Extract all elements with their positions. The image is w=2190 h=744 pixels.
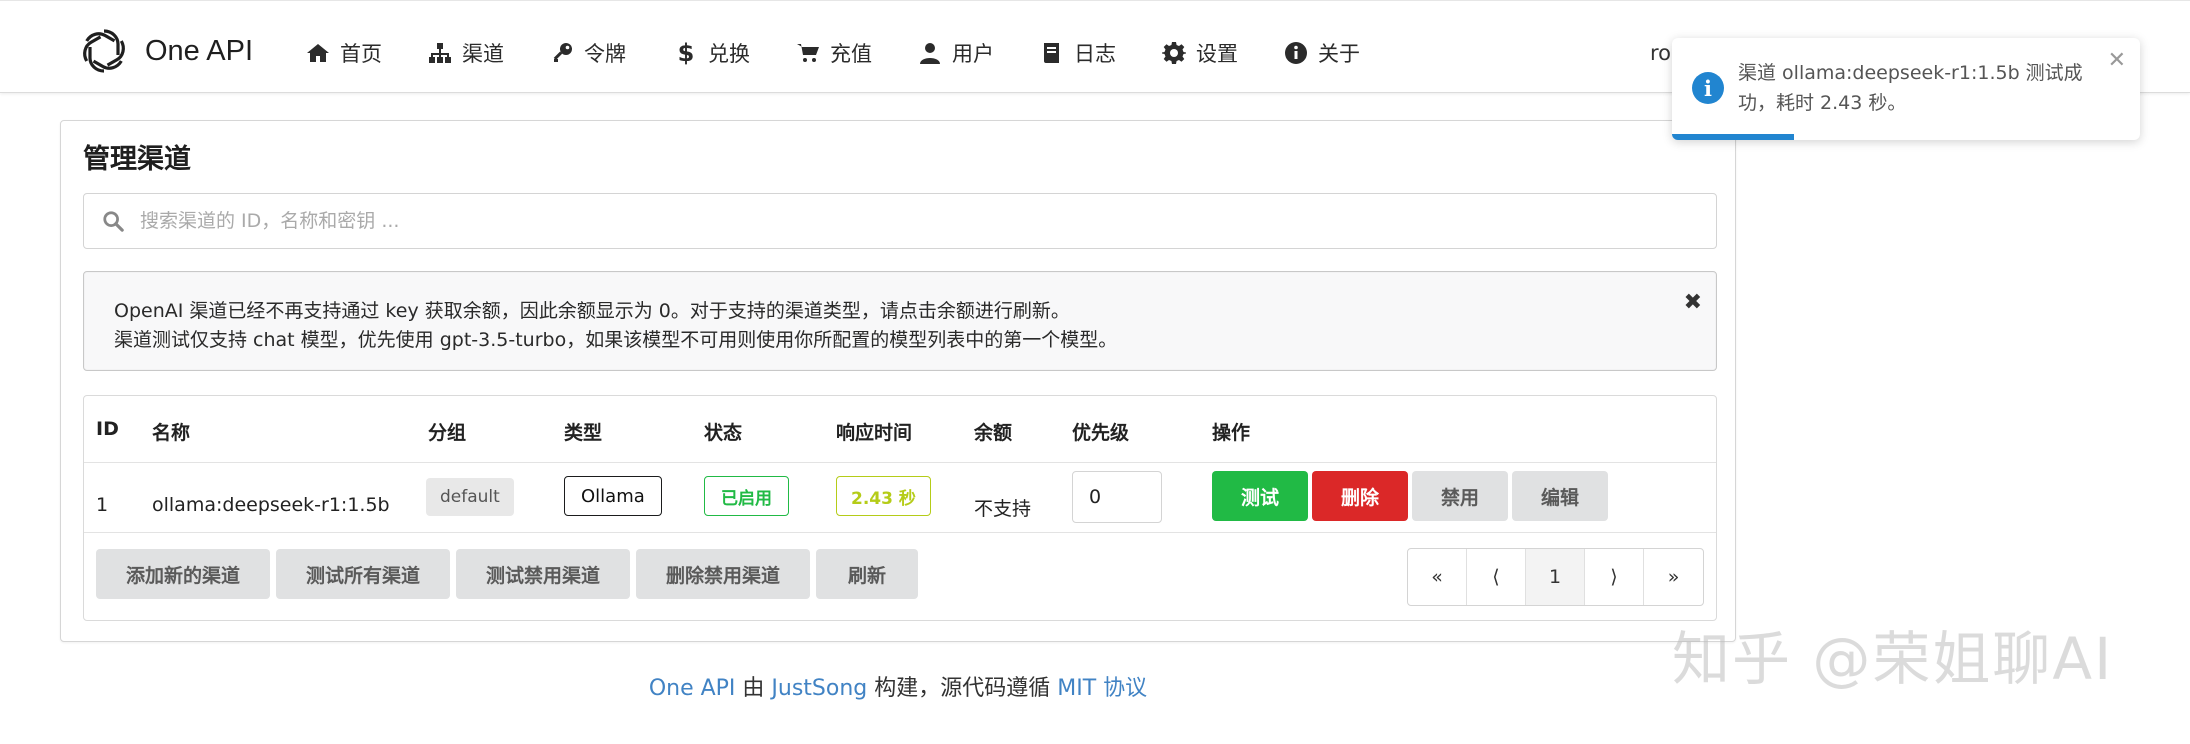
- notice-message: OpenAI 渠道已经不再支持通过 key 获取余额，因此余额显示为 0。对于支…: [83, 271, 1717, 371]
- notice-line-2: 渠道测试仅支持 chat 模型，优先使用 gpt-3.5-turbo，如果该模型…: [114, 329, 1118, 351]
- priority-input[interactable]: [1072, 471, 1162, 523]
- search-box[interactable]: [83, 193, 1717, 249]
- nav-home[interactable]: 首页: [306, 37, 382, 69]
- toast-progress-bar: [1672, 134, 1794, 140]
- info-icon: [1285, 42, 1307, 64]
- sitemap-icon: [429, 43, 451, 63]
- brand-name[interactable]: One API: [145, 35, 253, 68]
- key-icon: [553, 43, 572, 62]
- delete-button[interactable]: 删除: [1312, 471, 1408, 521]
- openai-logo-icon[interactable]: [78, 25, 130, 77]
- search-icon: [103, 211, 124, 232]
- nav-label: 关于: [1318, 42, 1360, 66]
- page-prev-button[interactable]: ⟨: [1467, 549, 1526, 605]
- toast-message: 渠道 ollama:deepseek-r1:1.5b 测试成功，耗时 2.43 …: [1738, 62, 2083, 114]
- nav-settings[interactable]: 设置: [1162, 37, 1238, 69]
- page-footer: One API 由 JustSong 构建，源代码遵循 MIT 协议: [0, 670, 1796, 702]
- column-header-actions: 操作: [1212, 422, 1251, 444]
- type-badge: Ollama: [564, 476, 662, 516]
- nav-label: 渠道: [462, 42, 504, 66]
- column-header-type[interactable]: 类型: [564, 418, 602, 445]
- cart-icon: [797, 44, 819, 62]
- channels-table: ID 名称 分组 类型 状态 响应时间 余额 优先级 操作 1 ollama:d…: [83, 395, 1717, 621]
- toast-notification: i 渠道 ollama:deepseek-r1:1.5b 测试成功，耗时 2.4…: [1672, 38, 2140, 140]
- user-icon: [920, 43, 940, 64]
- column-header-id[interactable]: ID: [96, 418, 119, 440]
- nav-label: 设置: [1196, 42, 1238, 66]
- home-icon: [307, 44, 329, 62]
- cell-id: 1: [96, 494, 109, 516]
- footer-text: 由: [735, 676, 772, 701]
- nav-tokens[interactable]: 令牌: [550, 37, 626, 69]
- close-icon[interactable]: ✕: [2108, 48, 2126, 73]
- license-link[interactable]: MIT 协议: [1057, 676, 1147, 701]
- notice-line-1: OpenAI 渠道已经不再支持通过 key 获取余额，因此余额显示为 0。对于支…: [114, 300, 1070, 322]
- cell-balance[interactable]: 不支持: [974, 494, 1031, 521]
- test-button[interactable]: 测试: [1212, 471, 1308, 521]
- pagination: « ⟨ 1 ⟩ »: [1407, 548, 1704, 606]
- nav-label: 用户: [952, 42, 994, 66]
- book-icon: [1044, 43, 1059, 63]
- info-icon: i: [1692, 72, 1724, 104]
- column-header-group[interactable]: 分组: [428, 418, 466, 445]
- watermark-text: 知乎 @荣姐聊AI: [1672, 625, 2114, 693]
- nav-label: 兑换: [708, 42, 750, 66]
- channel-management-card: 管理渠道 OpenAI 渠道已经不再支持通过 key 获取余额，因此余额显示为 …: [60, 120, 1736, 642]
- column-header-response-time[interactable]: 响应时间: [836, 418, 912, 445]
- nav-about[interactable]: 关于: [1284, 37, 1360, 69]
- nav-label: 首页: [340, 42, 382, 66]
- nav-redeem[interactable]: $ 兑换: [674, 37, 750, 69]
- cell-name: ollama:deepseek-r1:1.5b: [152, 494, 390, 516]
- delete-disabled-channels-button[interactable]: 删除禁用渠道: [636, 549, 810, 599]
- header-divider: [84, 462, 1716, 463]
- group-badge: default: [426, 478, 514, 516]
- close-icon[interactable]: ✖: [1684, 290, 1702, 315]
- refresh-button[interactable]: 刷新: [816, 549, 918, 599]
- test-all-channels-button[interactable]: 测试所有渠道: [276, 549, 450, 599]
- page-first-button[interactable]: «: [1408, 549, 1467, 605]
- page-last-button[interactable]: »: [1644, 549, 1703, 605]
- nav-label: 日志: [1074, 42, 1116, 66]
- nav-label: 充值: [830, 42, 872, 66]
- user-menu[interactable]: ro: [1650, 41, 1671, 65]
- nav-channels[interactable]: 渠道: [428, 37, 504, 69]
- row-divider: [84, 532, 1716, 533]
- nav-label: 令牌: [584, 42, 626, 66]
- response-time-badge[interactable]: 2.43 秒: [836, 476, 931, 516]
- add-channel-button[interactable]: 添加新的渠道: [96, 549, 270, 599]
- column-header-name[interactable]: 名称: [152, 418, 190, 445]
- author-link[interactable]: JustSong: [771, 676, 867, 701]
- page-title: 管理渠道: [83, 144, 191, 175]
- nav-topup[interactable]: 充值: [796, 37, 872, 69]
- gear-icon: [1162, 42, 1186, 64]
- nav-logs[interactable]: 日志: [1040, 37, 1116, 69]
- page-next-button[interactable]: ⟩: [1585, 549, 1644, 605]
- nav-users[interactable]: 用户: [918, 37, 994, 69]
- test-disabled-channels-button[interactable]: 测试禁用渠道: [456, 549, 630, 599]
- dollar-icon: $: [677, 39, 695, 67]
- status-badge: 已启用: [704, 476, 789, 516]
- search-input[interactable]: [140, 202, 1700, 240]
- column-header-status[interactable]: 状态: [704, 418, 742, 445]
- one-api-link[interactable]: One API: [649, 676, 736, 701]
- column-header-balance[interactable]: 余额: [974, 418, 1012, 445]
- disable-button[interactable]: 禁用: [1412, 471, 1508, 521]
- footer-text: 构建，源代码遵循: [867, 676, 1058, 701]
- column-header-priority[interactable]: 优先级: [1072, 418, 1129, 445]
- page-number-button[interactable]: 1: [1526, 549, 1585, 605]
- edit-button[interactable]: 编辑: [1512, 471, 1608, 521]
